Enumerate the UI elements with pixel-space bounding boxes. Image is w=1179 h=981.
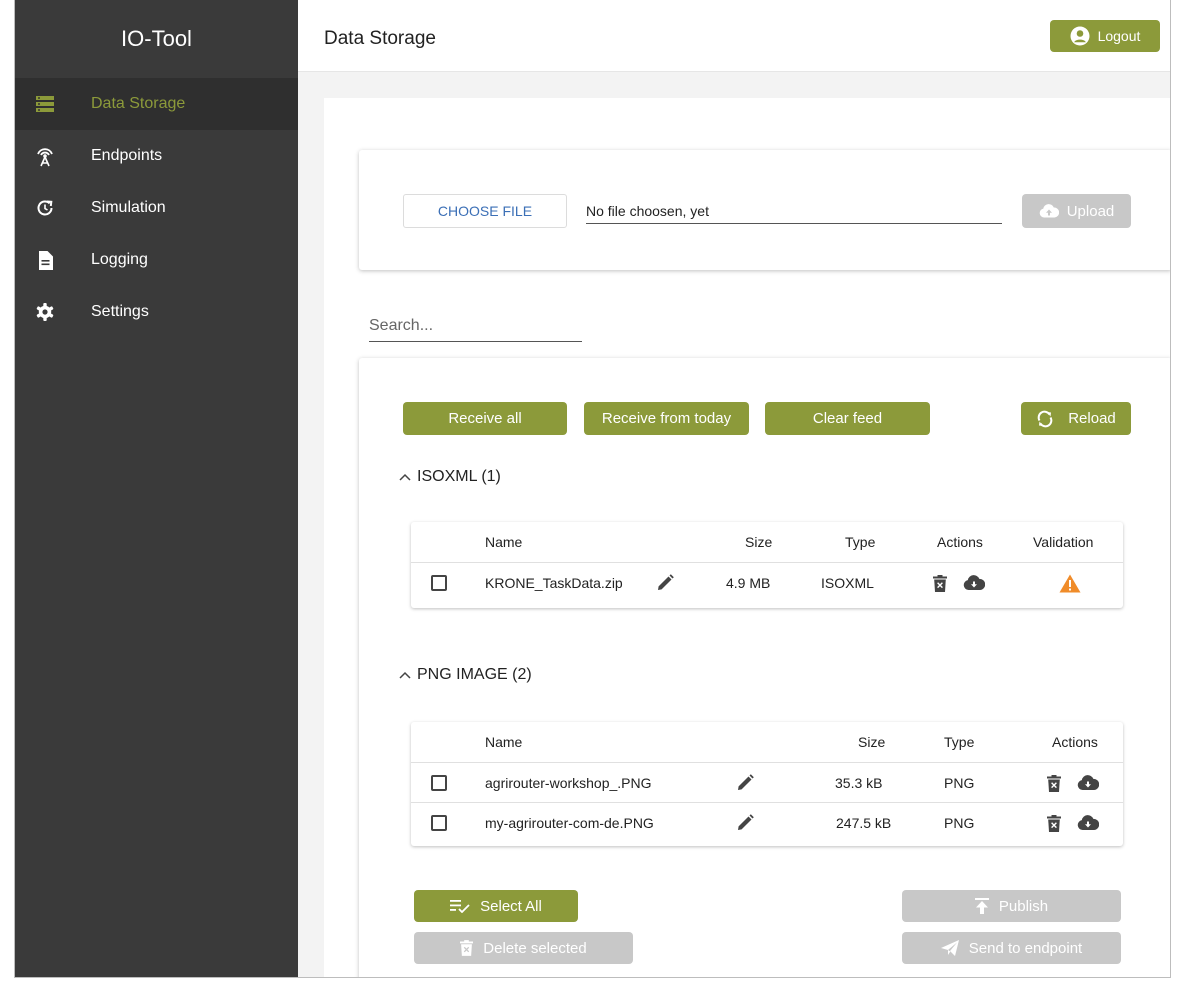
delete-selected-button[interactable]: Delete selected [414, 932, 633, 964]
group-title: PNG IMAGE (2) [417, 666, 532, 683]
sidebar-item-label: Simulation [91, 199, 166, 216]
feed-card: Receive all Receive from today Clear fee… [359, 358, 1170, 977]
table-header: Name Size Type Actions [411, 722, 1123, 762]
file-type: PNG [944, 815, 975, 831]
edit-pencil-icon[interactable] [655, 573, 675, 593]
sidebar-item-logging[interactable]: Logging [15, 234, 298, 286]
receive-all-button[interactable]: Receive all [403, 402, 567, 435]
logout-label: Logout [1097, 28, 1141, 44]
upload-button[interactable]: Upload [1022, 194, 1131, 228]
column-header-size: Size [745, 534, 773, 550]
row-checkbox[interactable] [431, 775, 447, 791]
send-to-endpoint-label: Send to endpoint [968, 939, 1083, 957]
app-window: IO-Tool Data Storage Endpoints Simulatio… [14, 0, 1171, 978]
select-all-button[interactable]: Select All [414, 890, 578, 922]
reload-button[interactable]: Reload [1021, 402, 1131, 435]
search-input[interactable] [369, 310, 582, 341]
file-size: 247.5 kB [836, 815, 892, 831]
warning-icon [1059, 574, 1081, 593]
antenna-icon [15, 145, 75, 167]
group-header-png-image[interactable]: PNG IMAGE (2) [399, 666, 532, 684]
column-header-actions: Actions [937, 534, 983, 550]
paper-plane-icon [940, 940, 959, 956]
sidebar-item-label: Data Storage [91, 95, 186, 112]
edit-pencil-icon[interactable] [735, 813, 755, 833]
row-checkbox[interactable] [431, 575, 447, 591]
sidebar-item-label: Logging [91, 251, 148, 268]
selected-file-name: No file choosen, yet [586, 198, 1002, 224]
gear-icon [15, 303, 75, 321]
file-name: my-agrirouter-com-de.PNG [485, 815, 654, 831]
app-title: IO-Tool [15, 0, 298, 78]
choose-file-button[interactable]: CHOOSE FILE [403, 194, 567, 228]
document-icon [15, 250, 75, 270]
file-size: 4.9 MB [726, 575, 771, 591]
column-header-type: Type [944, 734, 975, 750]
sidebar-item-settings[interactable]: Settings [15, 286, 298, 338]
isoxml-table: Name Size Type Actions Validation KRONE_… [411, 522, 1123, 608]
main-content: CHOOSE FILE No file choosen, yet Upload … [298, 72, 1170, 977]
column-header-type: Type [845, 534, 876, 550]
column-header-validation: Validation [1033, 534, 1094, 550]
sidebar-item-label: Endpoints [91, 147, 163, 164]
publish-label: Publish [998, 897, 1049, 915]
sidebar-item-data-storage[interactable]: Data Storage [15, 78, 298, 130]
chevron-up-icon [399, 671, 411, 679]
sidebar: IO-Tool Data Storage Endpoints Simulatio… [15, 0, 298, 977]
delete-icon[interactable] [1047, 774, 1061, 792]
group-header-isoxml[interactable]: ISOXML (1) [399, 468, 501, 486]
column-header-size: Size [858, 734, 886, 750]
group-title: ISOXML (1) [417, 468, 501, 485]
search-field [369, 310, 582, 342]
delete-icon [460, 940, 474, 956]
sidebar-item-simulation[interactable]: Simulation [15, 182, 298, 234]
select-all-label: Select All [480, 897, 542, 915]
upload-label: Upload [1066, 202, 1115, 220]
user-circle-icon [1070, 26, 1090, 46]
file-name: agrirouter-workshop_.PNG [485, 775, 652, 791]
file-name: KRONE_TaskData.zip [485, 575, 623, 591]
storage-icon [15, 96, 75, 112]
cloud-download-icon[interactable] [1077, 775, 1099, 791]
table-row: my-agrirouter-com-de.PNG 247.5 kB PNG [411, 802, 1123, 842]
send-to-endpoint-button[interactable]: Send to endpoint [902, 932, 1121, 964]
png-table: Name Size Type Actions agrirouter-worksh… [411, 722, 1123, 846]
column-header-name: Name [485, 734, 523, 750]
receive-today-button[interactable]: Receive from today [584, 402, 749, 435]
chevron-up-icon [399, 473, 411, 481]
publish-button[interactable]: Publish [902, 890, 1121, 922]
top-bar: Data Storage Logout [298, 0, 1170, 72]
delete-selected-label: Delete selected [483, 939, 587, 957]
reload-label: Reload [1068, 410, 1116, 427]
edit-pencil-icon[interactable] [735, 773, 755, 793]
table-header: Name Size Type Actions Validation [411, 522, 1123, 562]
publish-icon [974, 898, 989, 914]
file-type: ISOXML [821, 575, 874, 591]
sidebar-item-label: Settings [91, 303, 149, 320]
clear-feed-button[interactable]: Clear feed [765, 402, 930, 435]
cloud-download-icon[interactable] [963, 575, 985, 591]
content-panel: CHOOSE FILE No file choosen, yet Upload … [324, 98, 1170, 977]
column-header-actions: Actions [1052, 734, 1098, 750]
table-row: KRONE_TaskData.zip 4.9 MB ISOXML [411, 562, 1123, 602]
delete-icon[interactable] [933, 574, 947, 592]
upload-card: CHOOSE FILE No file choosen, yet Upload [359, 150, 1170, 270]
table-row: agrirouter-workshop_.PNG 35.3 kB PNG [411, 762, 1123, 802]
file-size: 35.3 kB [835, 775, 883, 791]
file-type: PNG [944, 775, 975, 791]
cloud-download-icon[interactable] [1077, 815, 1099, 831]
app-title-text: IO-Tool [121, 26, 192, 51]
refresh-icon [1036, 410, 1054, 428]
refresh-clock-icon [15, 199, 75, 217]
checklist-icon [450, 899, 470, 913]
delete-icon[interactable] [1047, 814, 1061, 832]
row-checkbox[interactable] [431, 815, 447, 831]
column-header-name: Name [485, 534, 523, 550]
sidebar-item-endpoints[interactable]: Endpoints [15, 130, 298, 182]
page-title: Data Storage [324, 28, 436, 49]
cloud-upload-icon [1039, 204, 1059, 218]
logout-button[interactable]: Logout [1050, 20, 1160, 52]
